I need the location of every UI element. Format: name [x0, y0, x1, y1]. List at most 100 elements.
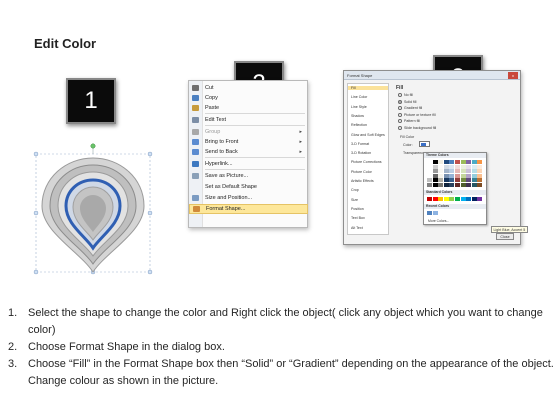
menu-item-edit-text[interactable]: Edit Text: [189, 115, 308, 125]
category-3-d-rotation[interactable]: 3-D Rotation: [351, 151, 371, 155]
color-swatch[interactable]: [466, 160, 472, 164]
color-swatch[interactable]: [449, 173, 455, 178]
color-swatch[interactable]: [427, 173, 432, 178]
color-swatch[interactable]: [460, 182, 466, 187]
more-colors-link[interactable]: More Colors...: [428, 219, 449, 223]
radio-picture-or-texture-fill[interactable]: Picture or texture fill: [398, 112, 436, 117]
color-swatch[interactable]: [438, 164, 444, 169]
category-reflection[interactable]: Reflection: [351, 123, 367, 127]
menu-item-hyperlink[interactable]: Hyperlink...: [189, 159, 308, 169]
color-swatch[interactable]: [443, 197, 449, 201]
color-swatch[interactable]: [477, 160, 483, 164]
color-swatch[interactable]: [432, 197, 438, 201]
color-swatch[interactable]: [460, 160, 466, 164]
menu-item-paste[interactable]: Paste: [189, 103, 308, 113]
color-swatch[interactable]: [427, 164, 432, 169]
color-swatch[interactable]: [477, 182, 483, 187]
color-swatch[interactable]: [454, 169, 460, 174]
color-swatch[interactable]: [449, 169, 455, 174]
menu-item-size-and-position[interactable]: Size and Position...: [189, 193, 308, 203]
color-swatch[interactable]: [477, 169, 483, 174]
category-line-color[interactable]: Line Color: [351, 95, 367, 99]
color-swatch[interactable]: [427, 160, 432, 164]
menu-item-send-to-back[interactable]: Send to Back ▸: [189, 147, 308, 157]
color-swatch[interactable]: [432, 164, 438, 169]
color-swatch[interactable]: [438, 197, 444, 201]
color-swatch[interactable]: [443, 160, 449, 164]
category-size[interactable]: Size: [351, 198, 358, 202]
color-swatch[interactable]: [466, 197, 472, 201]
color-swatch[interactable]: [449, 160, 455, 164]
category-text-box[interactable]: Text Box: [351, 216, 365, 220]
color-swatch[interactable]: [454, 160, 460, 164]
color-swatch[interactable]: [432, 160, 438, 164]
radio-no-fill[interactable]: No fill: [398, 93, 413, 97]
color-swatch[interactable]: [477, 178, 483, 183]
color-swatch[interactable]: [432, 182, 438, 187]
color-swatch[interactable]: [443, 164, 449, 169]
color-swatch[interactable]: [449, 197, 455, 201]
color-swatch[interactable]: [443, 169, 449, 174]
color-swatch[interactable]: [449, 164, 455, 169]
color-swatch[interactable]: [477, 173, 483, 178]
color-swatch[interactable]: [449, 182, 455, 187]
color-swatch[interactable]: [438, 178, 444, 183]
color-swatch[interactable]: [460, 169, 466, 174]
menu-item-bring-to-front[interactable]: Bring to Front ▸: [189, 137, 308, 147]
color-swatch[interactable]: [454, 164, 460, 169]
radio-slide-background-fill[interactable]: Slide background fill: [398, 125, 436, 130]
menu-item-set-as-default-shape[interactable]: Set as Default Shape: [189, 182, 308, 192]
radio-pattern-fill[interactable]: Pattern fill: [398, 119, 420, 123]
category-picture-color[interactable]: Picture Color: [351, 170, 372, 174]
color-swatch[interactable]: [454, 197, 460, 201]
color-swatch[interactable]: [471, 182, 477, 187]
color-swatch[interactable]: [466, 164, 472, 169]
menu-item-cut[interactable]: Cut: [189, 83, 308, 93]
menu-item-format-shape[interactable]: Format Shape...: [189, 204, 308, 214]
color-swatch[interactable]: [460, 178, 466, 183]
color-swatch[interactable]: [471, 164, 477, 169]
color-swatch[interactable]: [443, 182, 449, 187]
color-swatch[interactable]: [471, 160, 477, 164]
color-swatch[interactable]: [427, 169, 432, 174]
color-swatch[interactable]: [466, 169, 472, 174]
menu-item-group[interactable]: Group ▸: [189, 127, 308, 137]
category-alt-text[interactable]: Alt Text: [351, 226, 363, 230]
color-swatch[interactable]: [471, 178, 477, 183]
color-swatch[interactable]: [466, 178, 472, 183]
color-swatch[interactable]: [427, 178, 432, 183]
color-swatch[interactable]: [477, 197, 483, 201]
selected-pin-shape[interactable]: [30, 140, 156, 282]
color-swatch[interactable]: [449, 178, 455, 183]
color-swatch[interactable]: [427, 197, 432, 201]
color-swatch[interactable]: [432, 178, 438, 183]
color-swatch[interactable]: [466, 173, 472, 178]
category-shadow[interactable]: Shadow: [351, 114, 364, 118]
color-swatch[interactable]: [438, 169, 444, 174]
radio-gradient-fill[interactable]: Gradient fill: [398, 106, 422, 110]
color-swatch[interactable]: [454, 178, 460, 183]
category-crop[interactable]: Crop: [351, 188, 359, 192]
color-swatch[interactable]: [471, 197, 477, 201]
color-swatch[interactable]: [477, 164, 483, 169]
color-swatch[interactable]: [454, 182, 460, 187]
category-picture-corrections[interactable]: Picture Corrections: [351, 160, 382, 164]
color-swatch[interactable]: [460, 197, 466, 201]
close-icon[interactable]: x: [508, 72, 518, 79]
color-swatch[interactable]: [466, 182, 472, 187]
color-swatch[interactable]: [427, 182, 432, 187]
category-artistic-effects[interactable]: Artistic Effects: [351, 179, 374, 183]
radio-solid-fill[interactable]: Solid fill: [398, 99, 416, 104]
color-swatch[interactable]: [443, 173, 449, 178]
color-swatch[interactable]: [432, 173, 438, 178]
category-glow-and-soft-edges[interactable]: Glow and Soft Edges: [351, 133, 385, 137]
color-swatch[interactable]: [460, 173, 466, 178]
color-swatch[interactable]: [438, 173, 444, 178]
menu-item-copy[interactable]: Copy: [189, 93, 308, 103]
close-button[interactable]: Close: [496, 233, 514, 240]
color-swatch[interactable]: [427, 211, 432, 215]
color-swatch[interactable]: [432, 169, 438, 174]
category-position[interactable]: Position: [351, 207, 364, 211]
color-picker-button[interactable]: [419, 141, 430, 147]
color-swatch[interactable]: [460, 164, 466, 169]
